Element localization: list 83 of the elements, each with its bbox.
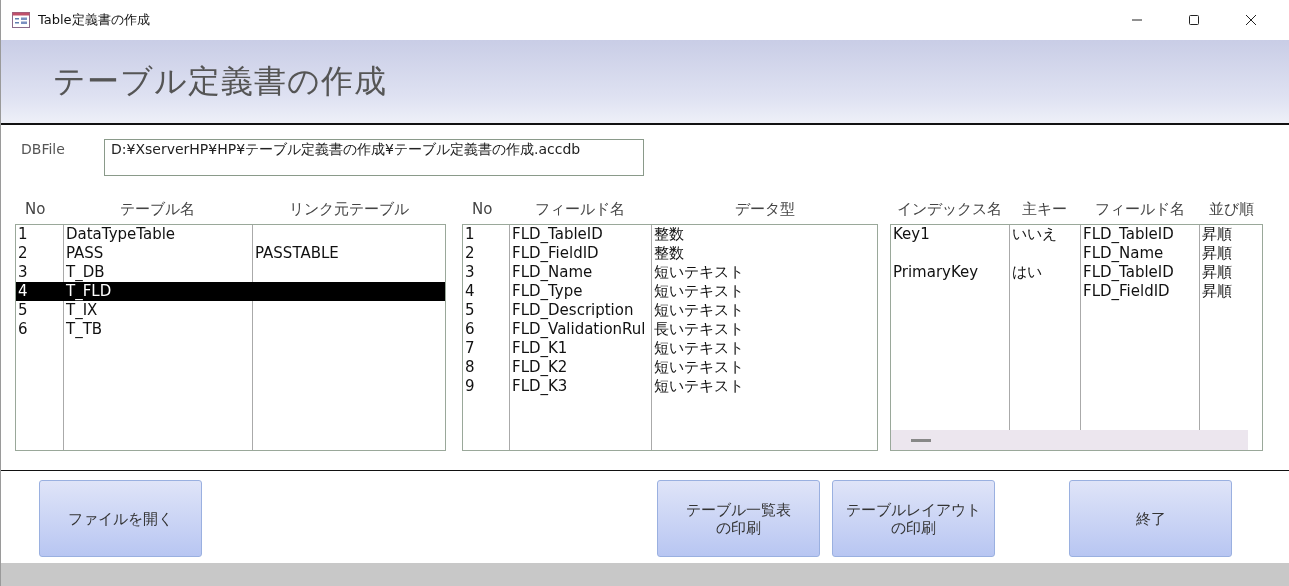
table-list[interactable]: 1 DataTypeTable 2 PASS PASSTABLE 3 T_DB 4 T_FLD 5 T_IX 6 T_TB [15,224,446,451]
scroll-thumb[interactable] [911,438,931,442]
table-cell-text: FLD_TableID [511,225,604,244]
table-cell-text: Key1 [892,225,931,244]
table-cell-text: T_FLD [65,282,113,301]
table-cell-text: FLD_ValidationRul [511,320,647,339]
table-cell-text: 整数 [653,225,685,244]
table-cell-text: FLD_Name [511,263,594,282]
table-cell-text: FLD_K3 [511,377,569,396]
list-row[interactable]: 3 T_DB [16,263,445,282]
table-cell-text: 3 [17,263,29,282]
path-field[interactable]: D:¥XserverHP¥HP¥テーブル定義書の作成¥テーブル定義書の作成.accdb [104,139,644,176]
table-cell-text: 短いテキスト [653,339,745,358]
close-icon[interactable] [1245,14,1257,26]
list-row[interactable]: 1 DataTypeTable [16,225,445,244]
action-button[interactable]: テーブルレイアウトの印刷 [832,480,995,557]
index-list[interactable]: Key1 いいえ FLD_TableID 昇順 FLD_Name 昇順 PrimaryKey はい FLD_TableID 昇順 FLD_FieldID 昇順 [890,224,1263,451]
form-heading: テーブル定義書の作成 [53,60,387,102]
table-cell-text: いいえ [1011,225,1058,244]
table-cell-text: 昇順 [1201,282,1233,301]
table-cell-text: 短いテキスト [653,282,745,301]
column-header: No [471,200,493,218]
column-header: 並び順 [1208,200,1254,219]
field-list[interactable]: 1 FLD_TableID 整数 2 FLD_FieldID 整数 3 FLD_Name 短いテキスト 4 FLD_Type 短いテキスト 5 FLD_Description 短いテキスト 6 FLD_ValidationRul 長いテキスト 7 FLD_K1 短いテキスト 8 FLD_K2 短いテキスト 9 FLD_K3 短いテキスト [462,224,878,451]
table-cell-text: 8 [464,358,476,377]
table-cell-text: 3 [464,263,476,282]
table-cell-text: 短いテキスト [653,358,745,377]
table-cell-text: PrimaryKey [892,263,980,282]
table-cell-text: FLD_TableID [1082,263,1175,282]
column-header: テーブル名 [120,200,195,219]
list-row[interactable]: 5 T_IX [16,301,445,320]
table-cell-text: FLD_FieldID [511,244,600,263]
column-header: データ型 [734,200,795,219]
form-icon [12,12,30,28]
table-cell-text: 短いテキスト [653,377,745,396]
table-cell-text: 5 [464,301,476,320]
table-cell-text: 6 [464,320,476,339]
column-header: No [24,200,46,218]
column-header: リンク元テーブル [289,200,409,219]
table-cell-text: はい [1011,263,1043,282]
column-header: フィールド名 [1094,200,1185,219]
table-cell-text: 9 [464,377,476,396]
table-cell-text: 昇順 [1201,263,1233,282]
column-header: 主キー [1022,200,1067,219]
table-cell-text: 6 [17,320,29,339]
table-cell-text: 整数 [653,244,685,263]
table-cell-text: FLD_Description [511,301,635,320]
table-cell-text: 1 [464,225,476,244]
table-cell-text: 2 [464,244,476,263]
table-cell-text: 7 [464,339,476,358]
list-row[interactable]: 2 PASS PASSTABLE [16,244,445,263]
table-cell-text: 5 [17,301,29,320]
table-cell-text: 4 [464,282,476,301]
action-button[interactable]: 終了 [1069,480,1232,557]
table-cell-text: FLD_Type [511,282,584,301]
action-button[interactable]: ファイルを開く [39,480,202,557]
table-cell-text: 2 [17,244,29,263]
table-cell-text: FLD_K2 [511,358,569,377]
table-cell-text: 短いテキスト [653,301,745,320]
table-cell-text: DataTypeTable [65,225,177,244]
table-cell-text: 4 [17,282,29,301]
action-button[interactable]: テーブル一覧表の印刷 [657,480,820,557]
field-label: DBFile [21,140,66,159]
column-header: フィールド名 [535,200,625,219]
table-cell-text: FLD_K1 [511,339,569,358]
table-cell-text: FLD_FieldID [1082,282,1171,301]
table-cell-text: 1 [17,225,29,244]
table-cell-text: PASSTABLE [254,244,340,263]
table-cell-text: FLD_TableID [1082,225,1175,244]
table-cell-text: 昇順 [1201,225,1233,244]
table-cell-text: 昇順 [1201,244,1233,263]
list-row[interactable]: 6 T_TB [16,320,445,339]
table-cell-text: T_TB [65,320,104,339]
table-cell-text: 短いテキスト [653,263,745,282]
maximize-icon[interactable] [1188,14,1200,26]
table-cell-text: T_IX [65,301,99,320]
column-header: インデックス名 [897,200,1002,219]
list-row[interactable]: 4 T_FLD [16,282,445,301]
window-title: Table定義書の作成 [38,11,150,29]
table-cell-text: T_DB [65,263,106,282]
table-cell-text: FLD_Name [1082,244,1165,263]
table-cell-text: 長いテキスト [653,320,745,339]
table-cell-text: PASS [65,244,105,263]
